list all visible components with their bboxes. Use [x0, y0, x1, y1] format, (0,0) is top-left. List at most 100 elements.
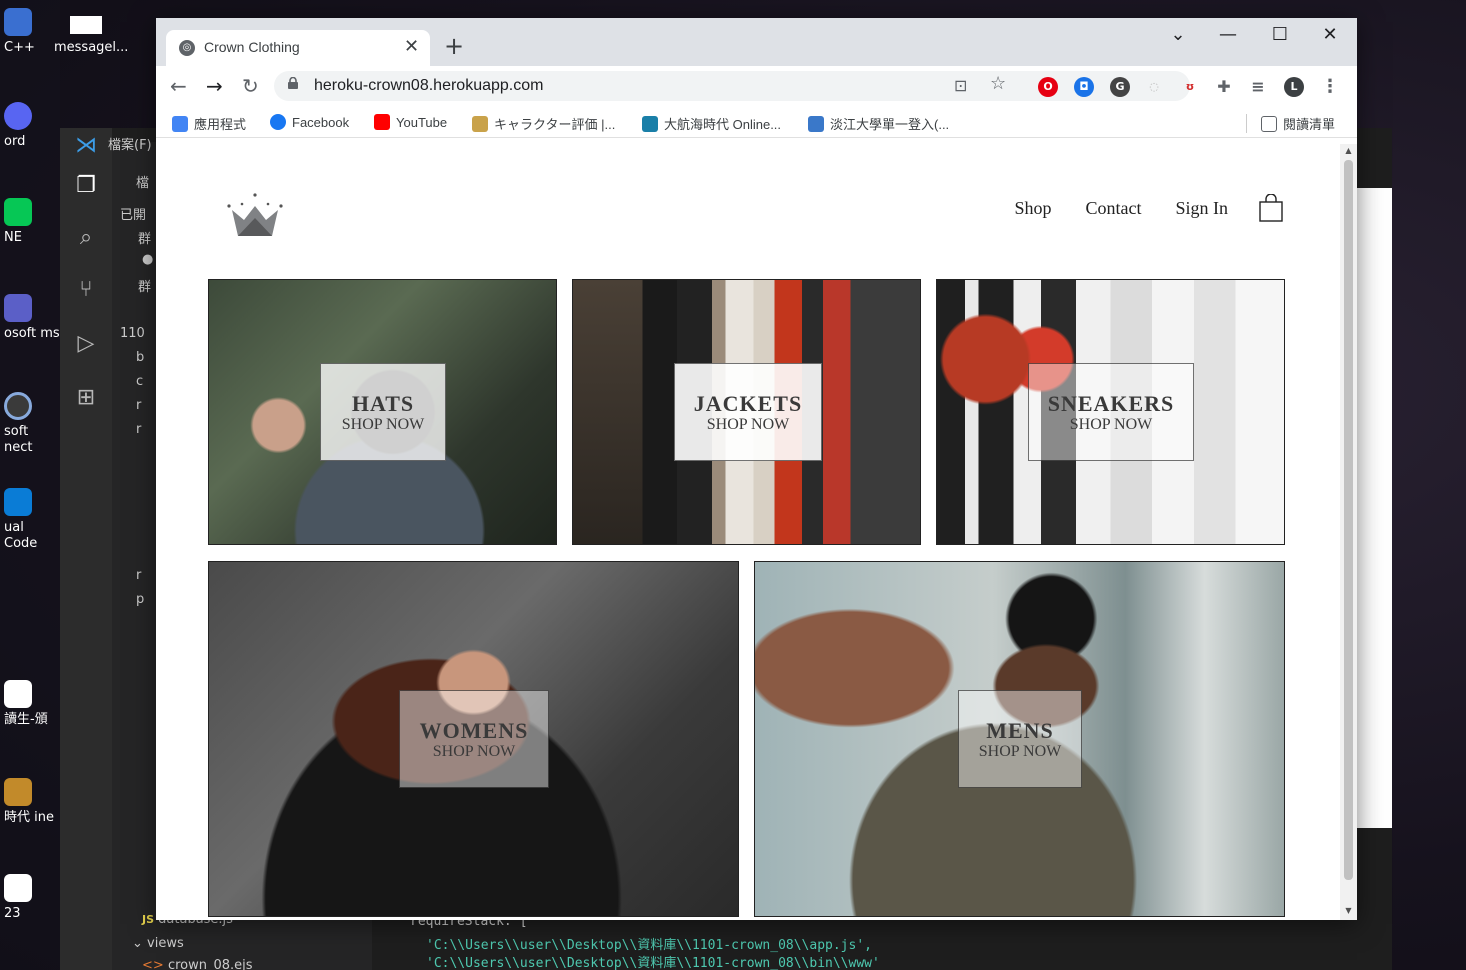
- explorer-row[interactable]: 檔: [136, 172, 149, 191]
- back-button[interactable]: ←: [170, 74, 187, 98]
- explorer-row[interactable]: 110: [120, 326, 145, 341]
- tab-crown-clothing[interactable]: ◎ Crown Clothing ✕: [166, 30, 430, 66]
- shop-now-text: SHOP NOW: [1069, 416, 1153, 433]
- bookmark-apps[interactable]: 應用程式: [172, 114, 246, 133]
- extensions-icon[interactable]: ⊞: [72, 384, 100, 412]
- category-tile-mens[interactable]: MENS SHOP NOW: [754, 561, 1285, 917]
- desktop-icon-teams[interactable]: osoft ms: [4, 294, 60, 342]
- shop-now-text: SHOP NOW: [341, 416, 425, 433]
- desktop-icon-connect[interactable]: soft nect: [4, 392, 60, 456]
- category-label-box[interactable]: SNEAKERS SHOP NOW: [1028, 363, 1194, 461]
- explorer-row[interactable]: p: [136, 592, 144, 607]
- page-scrollbar[interactable]: ▲ ▼: [1340, 144, 1357, 920]
- bookmark-youtube[interactable]: YouTube: [374, 114, 447, 130]
- close-tab-icon[interactable]: ✕: [404, 36, 419, 57]
- eye-extension-icon[interactable]: ◌: [1144, 77, 1164, 97]
- vscode-icon: [4, 488, 32, 516]
- category-tile-hats[interactable]: HATS SHOP NOW: [208, 279, 557, 545]
- shopping-bag-icon[interactable]: [1258, 194, 1284, 222]
- nav-contact-link[interactable]: Contact: [1085, 198, 1141, 219]
- explorer-row[interactable]: b: [136, 350, 144, 365]
- discord-icon: [4, 102, 32, 130]
- search-icon[interactable]: ⌕: [72, 224, 100, 252]
- document-icon: [4, 680, 32, 708]
- shield-extension-icon[interactable]: ◘: [1074, 77, 1094, 97]
- file-icon: [4, 874, 32, 902]
- new-tab-button[interactable]: +: [444, 32, 464, 60]
- scroll-down-arrow-icon[interactable]: ▼: [1344, 906, 1353, 915]
- desktop-icon-discord[interactable]: ord: [4, 102, 60, 150]
- puzzle-extensions-icon[interactable]: ✚: [1214, 77, 1234, 97]
- category-label-box[interactable]: WOMENS SHOP NOW: [399, 690, 549, 788]
- vscode-editor-panel: [1356, 188, 1392, 828]
- explorer-file-ejs[interactable]: <> crown_08.ejs: [142, 958, 253, 970]
- reload-button[interactable]: ↻: [242, 74, 259, 98]
- desktop-icon-game[interactable]: 時代 ine: [4, 778, 60, 826]
- category-title: SNEAKERS: [1047, 391, 1175, 416]
- vscode-menu-file[interactable]: 檔案(F): [108, 134, 152, 153]
- url-text: heroku-crown08.herokuapp.com: [314, 77, 544, 94]
- explorer-row[interactable]: r: [136, 398, 141, 413]
- vscode-logo-icon: ⋊: [75, 133, 97, 158]
- explorer-row[interactable]: ●: [142, 252, 153, 267]
- desktop-icon-document[interactable]: 讀生-頒: [4, 680, 60, 728]
- explorer-row[interactable]: r: [136, 568, 141, 583]
- playlist-icon[interactable]: ≡: [1248, 77, 1268, 97]
- desktop-icon-file[interactable]: 23: [4, 874, 60, 922]
- bookmark-facebook[interactable]: Facebook: [270, 114, 349, 130]
- shop-now-text: SHOP NOW: [432, 743, 516, 760]
- close-window-button[interactable]: ✕: [1310, 24, 1350, 45]
- desktop-icon-message[interactable]: messagel...: [54, 16, 128, 55]
- explorer-row[interactable]: 群: [138, 228, 151, 247]
- explorer-icon[interactable]: ❐: [72, 172, 100, 200]
- scroll-up-arrow-icon[interactable]: ▲: [1344, 146, 1353, 155]
- desktop-icon-line[interactable]: NE: [4, 198, 60, 246]
- game-icon: [4, 778, 32, 806]
- category-tile-sneakers[interactable]: SNEAKERS SHOP NOW: [936, 279, 1285, 545]
- bookmark-star-icon[interactable]: ☆: [990, 73, 1006, 94]
- category-label-box[interactable]: HATS SHOP NOW: [320, 363, 446, 461]
- category-title: MENS: [986, 718, 1054, 743]
- category-title: WOMENS: [419, 718, 529, 743]
- shop-now-text: SHOP NOW: [978, 743, 1062, 760]
- category-label-box[interactable]: JACKETS SHOP NOW: [674, 363, 822, 461]
- desktop-icon-vscode[interactable]: ual Code: [4, 488, 60, 552]
- nav-shop-link[interactable]: Shop: [1014, 198, 1051, 219]
- minimize-button[interactable]: —: [1208, 24, 1248, 45]
- category-tile-jackets[interactable]: JACKETS SHOP NOW: [572, 279, 921, 545]
- run-debug-icon[interactable]: ▷: [72, 330, 100, 358]
- category-title: HATS: [351, 391, 415, 416]
- explorer-folder-views[interactable]: ⌄ views: [132, 936, 184, 951]
- explorer-row[interactable]: 已開: [120, 204, 146, 223]
- source-control-icon[interactable]: ⑂: [72, 276, 100, 304]
- tab-search-icon[interactable]: ⌄: [1158, 24, 1198, 45]
- opera-extension-icon[interactable]: O: [1038, 77, 1058, 97]
- forward-button[interactable]: →: [206, 74, 223, 98]
- ghostery-extension-icon[interactable]: G: [1110, 77, 1130, 97]
- shop-now-text: SHOP NOW: [706, 416, 790, 433]
- maximize-button[interactable]: ☐: [1260, 24, 1300, 45]
- bookmark-uncharted[interactable]: 大航海時代 Online...: [642, 114, 781, 133]
- ejs-file-icon: <>: [142, 958, 164, 970]
- terminal-line: 'C:\\Users\\user\\Desktop\\資料庫\\1101-cro…: [426, 938, 872, 953]
- terminal-line: 'C:\\Users\\user\\Desktop\\資料庫\\1101-cro…: [426, 956, 880, 970]
- connect-icon: [4, 392, 32, 420]
- explorer-row[interactable]: 群: [138, 276, 151, 295]
- category-tile-womens[interactable]: WOMENS SHOP NOW: [208, 561, 739, 917]
- nav-sign-in-link[interactable]: Sign In: [1175, 198, 1228, 219]
- apps-grid-icon: [172, 116, 188, 132]
- scroll-thumb[interactable]: [1344, 160, 1353, 880]
- pocket-extension-icon[interactable]: ʊ: [1180, 77, 1200, 97]
- bookmark-character[interactable]: キャラクター評価 |...: [472, 114, 615, 133]
- category-label-box[interactable]: MENS SHOP NOW: [958, 690, 1082, 788]
- explorer-row[interactable]: c: [136, 374, 143, 389]
- more-menu-icon[interactable]: ⋮: [1320, 77, 1340, 97]
- explorer-row[interactable]: r: [136, 422, 141, 437]
- bookmark-tku-sso[interactable]: 淡江大學單一登入(...: [808, 114, 949, 133]
- reading-list[interactable]: 閱讀清單: [1246, 114, 1335, 133]
- crown-logo-icon[interactable]: [226, 192, 284, 240]
- site-navigation: Shop Contact Sign In: [980, 194, 1284, 222]
- translate-icon[interactable]: ⊡: [954, 76, 967, 95]
- desktop-icon-cpp[interactable]: C++: [4, 8, 60, 56]
- profile-avatar[interactable]: L: [1284, 77, 1304, 97]
